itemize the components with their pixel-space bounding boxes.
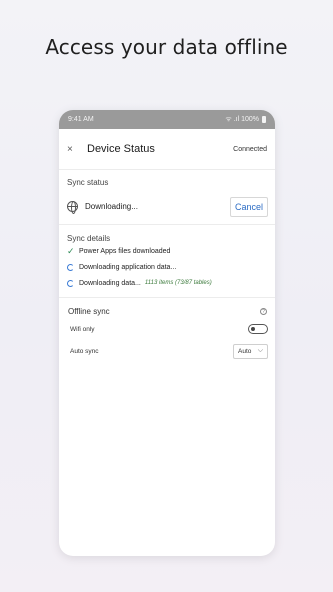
offline-sync-label: Offline sync xyxy=(68,306,110,316)
detail-text: Power Apps files downloaded xyxy=(79,247,171,255)
title-bar: × Device Status Connected xyxy=(59,129,275,170)
signal-battery-text: ᯤ .ıl 100% xyxy=(225,116,259,123)
auto-sync-select[interactable]: Auto ⌵ xyxy=(233,343,268,359)
auto-sync-label: Auto sync xyxy=(70,347,99,355)
list-item: Downloading data... 1113 items (73/87 ta… xyxy=(59,275,275,291)
wifi-only-toggle[interactable] xyxy=(248,324,268,334)
headline: Access your data offline xyxy=(45,35,288,59)
help-icon[interactable]: ? xyxy=(260,307,267,315)
chevron-down-icon: ⌵ xyxy=(257,347,263,354)
globe-icon xyxy=(67,201,78,214)
phone-frame: 9:41 AM ᯤ .ıl 100% × Device Status Conne… xyxy=(59,110,275,556)
sync-status-text: Downloading... xyxy=(85,202,138,211)
auto-sync-row: Auto sync Auto ⌵ xyxy=(59,340,275,362)
list-item: Downloading application data... xyxy=(59,259,275,275)
sync-details-label: Sync details xyxy=(67,234,111,243)
status-time: 9:41 AM xyxy=(68,116,94,123)
sync-status-label: Sync status xyxy=(67,178,109,187)
detail-subtext: 1113 items (73/87 tables) xyxy=(144,280,212,286)
connection-status: Connected xyxy=(233,145,267,153)
sync-details-section: Sync details ✓ Power Apps files download… xyxy=(59,225,275,298)
spinner-icon xyxy=(67,263,74,271)
sync-status-row: Downloading... Cancel xyxy=(59,187,275,218)
offline-sync-header: Offline sync ? xyxy=(59,304,275,318)
check-icon: ✓ xyxy=(67,245,75,256)
wifi-only-label: Wifi only xyxy=(70,325,95,333)
status-indicators: ᯤ .ıl 100% xyxy=(225,115,266,124)
page-title: Device Status xyxy=(87,143,155,155)
sync-status-section: Sync status Downloading... Cancel xyxy=(59,170,275,225)
detail-text: Downloading application data... xyxy=(79,263,177,271)
close-icon[interactable]: × xyxy=(67,144,85,155)
status-bar: 9:41 AM ᯤ .ıl 100% xyxy=(59,110,275,129)
auto-sync-value: Auto xyxy=(238,347,252,355)
wifi-only-row: Wifi only xyxy=(59,318,275,340)
offline-sync-section: Offline sync ? Wifi only Auto sync Auto … xyxy=(59,298,275,362)
list-item: ✓ Power Apps files downloaded xyxy=(59,243,275,259)
detail-text: Downloading data... xyxy=(79,279,141,287)
cancel-button[interactable]: Cancel xyxy=(229,196,268,217)
spinner-icon xyxy=(67,279,74,287)
battery-icon xyxy=(262,116,266,123)
